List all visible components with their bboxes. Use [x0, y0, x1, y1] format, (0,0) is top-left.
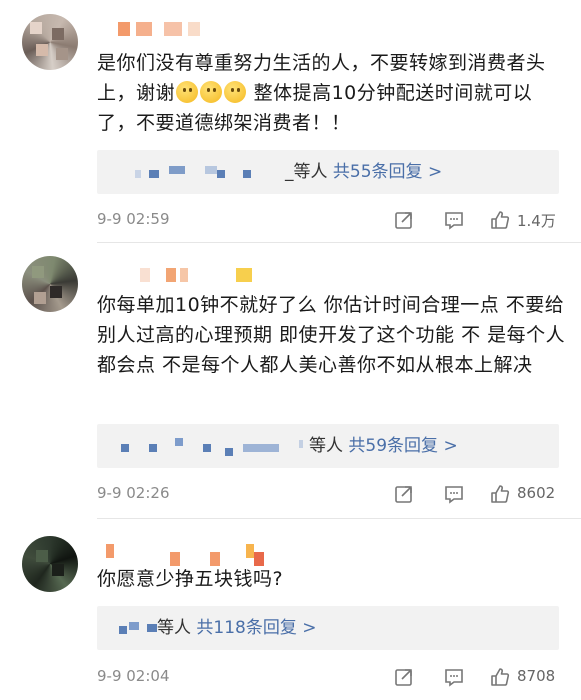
avatar[interactable]: [22, 256, 78, 312]
share-icon[interactable]: [393, 209, 415, 235]
comment-time: 9-9 02:04: [97, 667, 170, 685]
username-blurred[interactable]: [140, 268, 260, 282]
comment-time: 9-9 02:26: [97, 484, 170, 502]
divider: [97, 518, 581, 519]
like-count: 1.4万: [517, 212, 556, 230]
like-icon[interactable]: [489, 209, 511, 235]
comment-time: 9-9 02:59: [97, 210, 170, 228]
avatar[interactable]: [22, 536, 78, 592]
reply-summary[interactable]: _等人 共55条回复 >: [285, 161, 442, 183]
like-count: 8602: [517, 484, 556, 502]
comment-icon[interactable]: [443, 209, 465, 235]
comment-icon[interactable]: [443, 483, 465, 509]
reply-users-suffix: 等人: [157, 618, 191, 638]
comment-meta: 9-9 02:26 8602: [97, 482, 565, 506]
smile-emoji: [176, 81, 199, 103]
reply-preview[interactable]: 等人 共59条回复 >: [97, 424, 559, 468]
like-icon[interactable]: [489, 666, 511, 692]
like-count: 8708: [517, 667, 556, 685]
comment-text: 你每单加10钟不就好了么 你估计时间合理一点 不要给别人过高的心理预期 即使开发…: [97, 294, 566, 376]
like-icon[interactable]: [489, 483, 511, 509]
smile-emoji: [200, 81, 223, 103]
comment-meta: 9-9 02:59 1.4万: [97, 208, 565, 232]
reply-users-suffix: 等人: [309, 436, 343, 456]
reply-summary[interactable]: 等人 共118条回复 >: [157, 617, 317, 639]
share-icon[interactable]: [393, 666, 415, 692]
comment-text: 是你们没有尊重努力生活的人，不要转嫁到消费者头上，谢谢 整体提高10分钟配送时间…: [97, 52, 546, 134]
comment-meta: 9-9 02:04 8708: [97, 665, 565, 689]
smile-emoji: [224, 81, 247, 103]
avatar[interactable]: [22, 14, 78, 70]
reply-count-link[interactable]: 共55条回复 >: [333, 162, 442, 182]
reply-count-link[interactable]: 共118条回复 >: [196, 618, 316, 638]
reply-preview[interactable]: _等人 共55条回复 >: [97, 150, 559, 194]
reply-count-link[interactable]: 共59条回复 >: [348, 436, 457, 456]
username-blurred[interactable]: [118, 22, 208, 36]
reply-users-suffix: _等人: [285, 162, 328, 182]
share-icon[interactable]: [393, 483, 415, 509]
username-blurred[interactable]: [106, 544, 266, 566]
reply-summary[interactable]: 等人 共59条回复 >: [309, 435, 458, 457]
reply-preview[interactable]: 等人 共118条回复 >: [97, 606, 559, 650]
comment-text: 你愿意少挣五块钱吗?: [97, 568, 284, 590]
divider: [97, 242, 581, 243]
comment-icon[interactable]: [443, 666, 465, 692]
